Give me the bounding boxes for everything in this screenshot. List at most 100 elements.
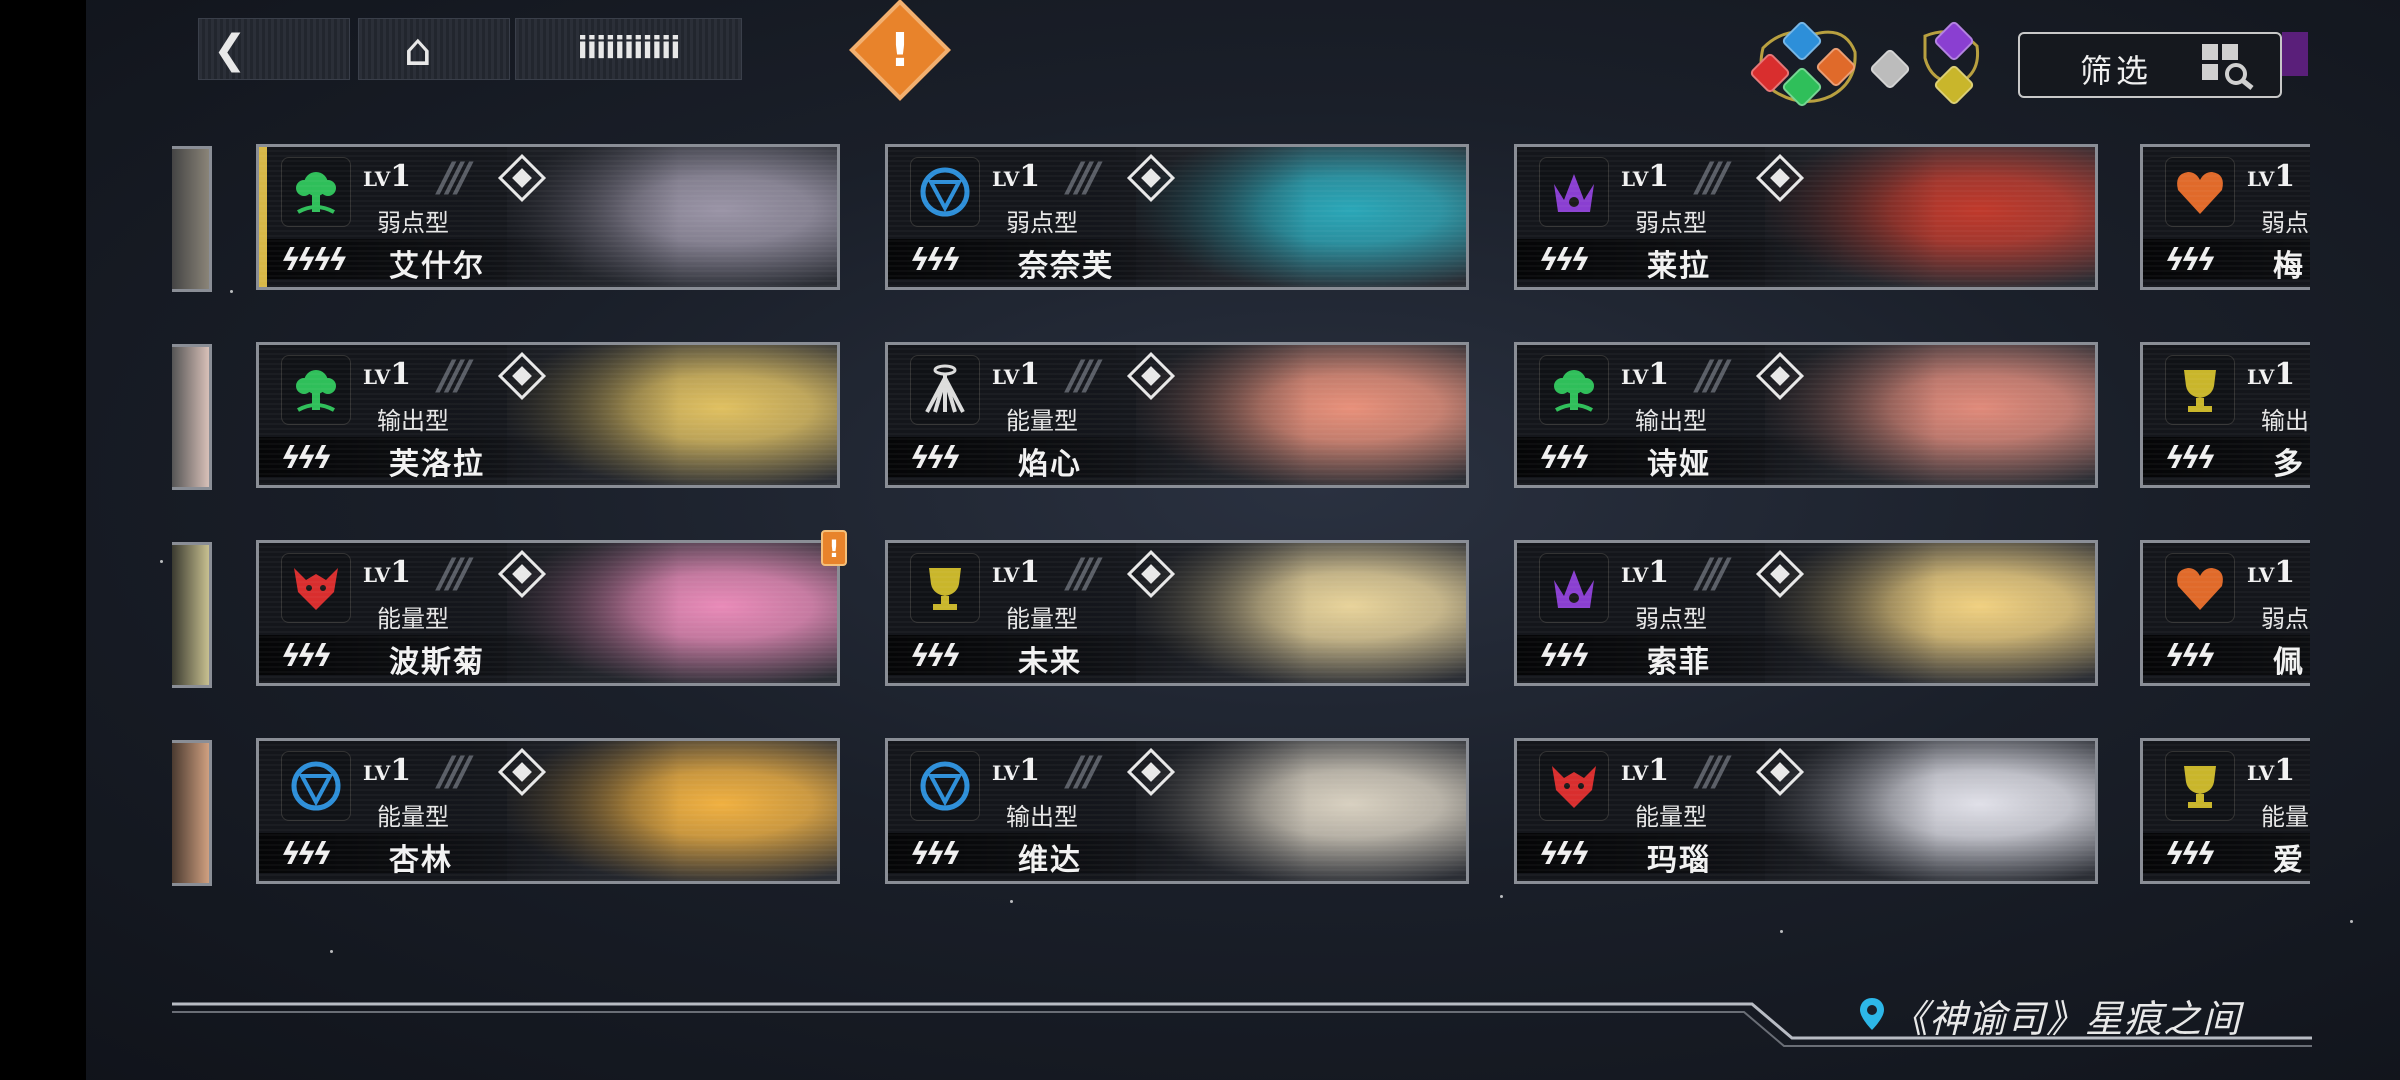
rarity-bolt-icon: ϟϟϟ: [281, 441, 332, 476]
back-button[interactable]: ❮: [198, 18, 350, 80]
rank-slash-icon: ///: [439, 551, 471, 597]
level-label: LV1: [992, 555, 1041, 590]
character-card[interactable]: LV1 /// 能量型 ϟϟϟ 波斯菊: [256, 540, 840, 686]
rarity-bolt-icon: ϟϟϟ: [281, 837, 332, 872]
character-name: 玛瑙: [1647, 843, 1711, 878]
character-card[interactable]: LV1 /// 弱点 ϟϟϟ 佩: [2140, 540, 2310, 686]
character-name: 奈奈芙: [1018, 249, 1114, 284]
element-icon: [910, 553, 980, 623]
rarity-bolt-icon: ϟϟϟ: [1539, 639, 1590, 674]
element-icon: [2165, 553, 2235, 623]
character-card[interactable]: LV1 /// 弱点型 ϟϟϟ 奈奈芙: [885, 144, 1469, 290]
character-type: 输出型: [377, 407, 449, 435]
character-type: 能量型: [1006, 407, 1078, 435]
character-name: 索菲: [1647, 645, 1711, 680]
rank-slash-icon: ///: [1068, 749, 1100, 795]
level-label: LV1: [2247, 357, 2296, 392]
level-label: LV1: [1621, 753, 1670, 788]
character-name: 诗娅: [1647, 447, 1711, 482]
rank-slash-icon: ///: [1068, 155, 1100, 201]
rarity-bolt-icon: ϟϟϟ: [910, 441, 961, 476]
player-name: iiiiiiiiiii: [577, 31, 680, 66]
element-icon: [281, 355, 351, 425]
character-type: 输出: [2261, 407, 2309, 435]
rarity-bolt-icon: ϟϟϟ: [2165, 639, 2216, 674]
element-icon: [910, 751, 980, 821]
level-label: LV1: [992, 357, 1041, 392]
character-card[interactable]: LV1 /// 能量 ϟϟϟ 爱: [2140, 738, 2310, 884]
rarity-bolt-icon: ϟϟϟ: [910, 639, 961, 674]
rarity-bolt-icon: ϟϟϟ: [910, 243, 961, 278]
exclamation-icon: !: [889, 23, 911, 77]
character-type: 弱点: [2261, 605, 2309, 633]
level-label: LV1: [363, 357, 412, 392]
level-value: 1: [1019, 555, 1041, 590]
character-card[interactable]: LV1 /// 弱点 ϟϟϟ 梅: [2140, 144, 2310, 290]
rank-slash-icon: ///: [1068, 353, 1100, 399]
rarity-bolt-icon: ϟϟϟ: [1539, 837, 1590, 872]
rank-slash-icon: ///: [1068, 551, 1100, 597]
level-value: 1: [1648, 753, 1670, 788]
element-icon: [1539, 355, 1609, 425]
level-label: LV1: [1621, 555, 1670, 590]
character-name: 多: [2273, 447, 2305, 482]
home-icon: ⌂: [404, 25, 432, 76]
character-name: 维达: [1018, 843, 1082, 878]
character-type: 能量型: [1635, 803, 1707, 831]
level-value: 1: [2274, 753, 2296, 788]
card-alert-icon[interactable]: !: [821, 530, 847, 566]
rank-slash-icon: ///: [439, 749, 471, 795]
character-card[interactable]: LV1 /// 输出 ϟϟϟ 多: [2140, 342, 2310, 488]
level-value: 1: [1019, 357, 1041, 392]
star: [160, 560, 163, 563]
element-icon: [2165, 157, 2235, 227]
rank-slash-icon: ///: [439, 155, 471, 201]
character-type: 弱点: [2261, 209, 2309, 237]
character-type: 能量型: [377, 605, 449, 633]
element-icon: [2165, 751, 2235, 821]
character-name: 爱: [2273, 843, 2305, 878]
star: [330, 950, 333, 953]
rank-slash-icon: ///: [439, 353, 471, 399]
character-card[interactable]: LV1 /// 弱点型 ϟϟϟϟ 艾什尔: [256, 144, 840, 290]
element-filter[interactable]: [1745, 18, 2015, 109]
level-value: 1: [390, 357, 412, 392]
home-button[interactable]: ⌂: [358, 18, 510, 80]
level-value: 1: [1648, 555, 1670, 590]
partial-card-left[interactable]: [172, 740, 212, 886]
partial-card-left[interactable]: [172, 542, 212, 688]
partial-card-left[interactable]: [172, 344, 212, 490]
selected-edge: [259, 147, 267, 287]
character-card[interactable]: LV1 /// 能量型 ϟϟϟ 焰心: [885, 342, 1469, 488]
element-icon: [281, 157, 351, 227]
element-icon: [281, 751, 351, 821]
character-card[interactable]: LV1 /// 能量型 ϟϟϟ 杏林: [256, 738, 840, 884]
star: [1010, 900, 1013, 903]
rarity-bolt-icon: ϟϟϟ: [2165, 441, 2216, 476]
character-card[interactable]: LV1 /// 弱点型 ϟϟϟ 莱拉: [1514, 144, 2098, 290]
element-icon: [281, 553, 351, 623]
level-label: LV1: [992, 159, 1041, 194]
back-arrow-icon: ❮: [213, 27, 247, 73]
level-value: 1: [390, 159, 412, 194]
rank-slash-icon: ///: [1697, 155, 1729, 201]
character-type: 弱点型: [377, 209, 449, 237]
character-card[interactable]: LV1 /// 输出型 ϟϟϟ 诗娅: [1514, 342, 2098, 488]
level-value: 1: [390, 753, 412, 788]
player-name-button[interactable]: iiiiiiiiiii: [515, 18, 742, 80]
rarity-bolt-icon: ϟϟϟ: [2165, 243, 2216, 278]
filter-button[interactable]: 筛选: [2018, 32, 2282, 98]
star: [2350, 920, 2353, 923]
partial-card-left[interactable]: [172, 146, 212, 292]
character-name: 佩: [2273, 645, 2305, 680]
star: [1780, 930, 1783, 933]
character-card[interactable]: LV1 /// 输出型 ϟϟϟ 芙洛拉: [256, 342, 840, 488]
character-type: 弱点型: [1635, 605, 1707, 633]
character-type: 能量: [2261, 803, 2309, 831]
character-card[interactable]: LV1 /// 弱点型 ϟϟϟ 索菲: [1514, 540, 2098, 686]
character-card[interactable]: LV1 /// 能量型 ϟϟϟ 玛瑙: [1514, 738, 2098, 884]
character-card[interactable]: LV1 /// 输出型 ϟϟϟ 维达: [885, 738, 1469, 884]
character-type: 弱点型: [1006, 209, 1078, 237]
filter-search-icon: [2202, 44, 2254, 90]
character-card[interactable]: LV1 /// 能量型 ϟϟϟ 未来: [885, 540, 1469, 686]
